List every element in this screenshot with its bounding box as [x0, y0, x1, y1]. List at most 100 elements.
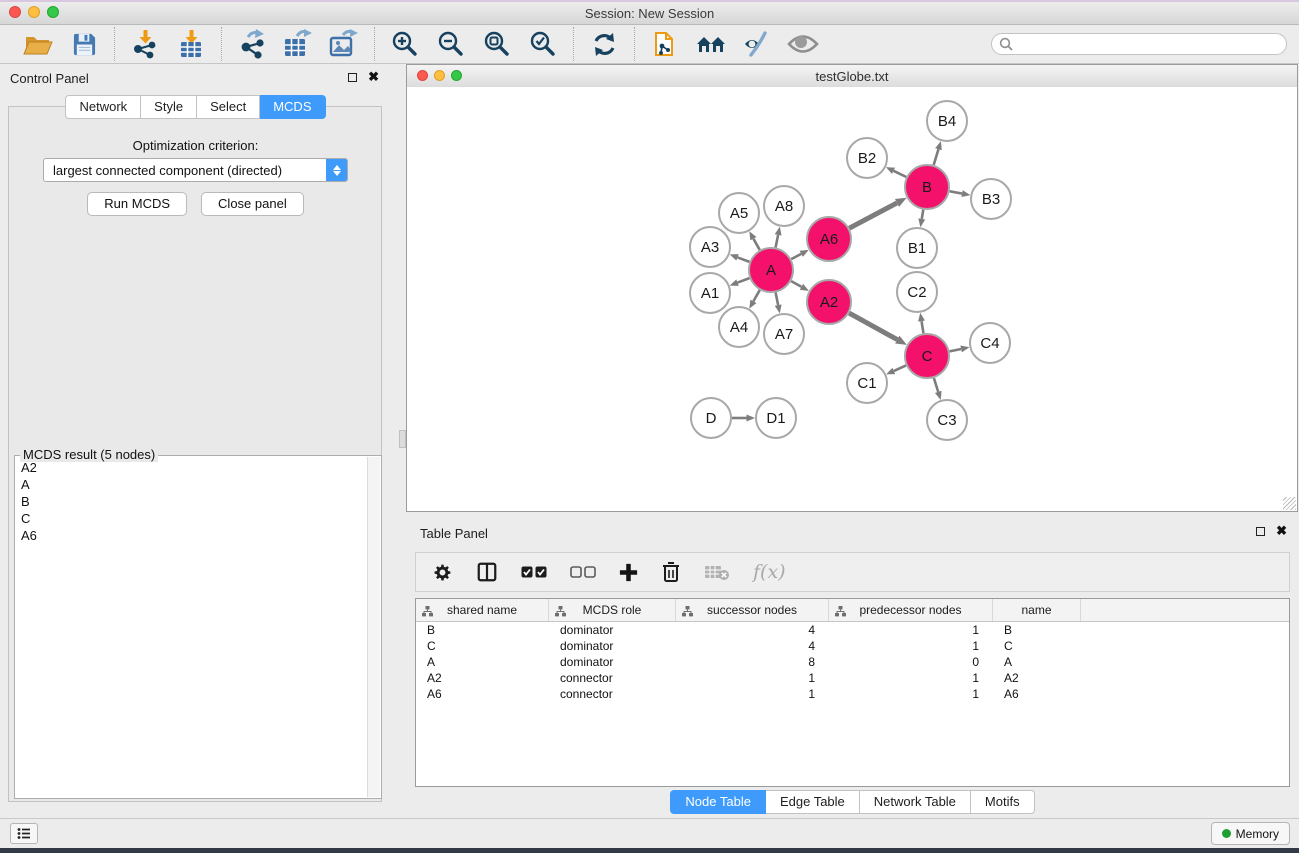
export-table-icon[interactable]	[281, 28, 315, 60]
column-header-name[interactable]: name	[993, 599, 1081, 621]
result-item[interactable]: A6	[16, 528, 367, 545]
close-table-panel-icon[interactable]: ✖	[1276, 526, 1287, 536]
graph-edge[interactable]	[753, 239, 759, 250]
table-row[interactable]: Adominator80A	[416, 654, 1289, 670]
graph-edge[interactable]	[791, 254, 801, 259]
memory-button[interactable]: Memory	[1211, 822, 1290, 845]
open-folder-icon[interactable]	[21, 28, 55, 60]
zoom-out-icon[interactable]	[434, 28, 468, 60]
tab-motifs[interactable]: Motifs	[971, 790, 1035, 814]
graph-edge[interactable]	[934, 378, 938, 392]
graph-edge[interactable]	[950, 191, 962, 193]
graph-edge[interactable]	[922, 321, 924, 333]
table-row[interactable]: Cdominator41C	[416, 638, 1289, 654]
run-mcds-button[interactable]: Run MCDS	[87, 192, 187, 216]
graph-edge[interactable]	[753, 290, 759, 301]
tab-edge-table[interactable]: Edge Table	[766, 790, 860, 814]
table-cell[interactable]: 4	[676, 638, 829, 654]
table-cell[interactable]: dominator	[549, 622, 676, 638]
result-item[interactable]: A	[16, 477, 367, 494]
zoom-fit-icon[interactable]	[480, 28, 514, 60]
zoom-in-icon[interactable]	[388, 28, 422, 60]
table-cell[interactable]: 1	[676, 686, 829, 702]
column-header-shared-name[interactable]: shared name	[416, 599, 549, 621]
table-cell[interactable]: C	[416, 638, 549, 654]
deselect-all-unchecked-icon[interactable]	[570, 566, 596, 579]
table-cell[interactable]: A6	[993, 686, 1081, 702]
table-cell[interactable]: connector	[549, 686, 676, 702]
tab-select[interactable]: Select	[197, 95, 260, 119]
task-history-list-icon[interactable]	[10, 823, 38, 844]
table-cell[interactable]: A2	[993, 670, 1081, 686]
export-image-icon[interactable]	[327, 28, 361, 60]
table-cell[interactable]: B	[416, 622, 549, 638]
table-cell[interactable]: A6	[416, 686, 549, 702]
table-cell[interactable]: A2	[416, 670, 549, 686]
table-cell[interactable]: B	[993, 622, 1081, 638]
tab-mcds[interactable]: MCDS	[260, 95, 325, 119]
table-cell[interactable]: 0	[829, 654, 993, 670]
table-cell[interactable]: 1	[829, 686, 993, 702]
graph-edge[interactable]	[738, 278, 750, 282]
export-network-icon[interactable]	[235, 28, 269, 60]
criterion-dropdown[interactable]: largest connected component (directed)	[43, 158, 348, 182]
table-cell[interactable]: connector	[549, 670, 676, 686]
table-cell[interactable]: 1	[829, 670, 993, 686]
tab-style[interactable]: Style	[141, 95, 197, 119]
table-cell[interactable]: 4	[676, 622, 829, 638]
graph-edge[interactable]	[849, 313, 897, 339]
table-cell[interactable]: C	[993, 638, 1081, 654]
float-table-panel-icon[interactable]	[1256, 527, 1265, 536]
show-column-icon[interactable]	[476, 561, 498, 583]
graph-edge[interactable]	[849, 203, 897, 228]
graph-edge[interactable]	[950, 349, 962, 351]
result-item[interactable]: B	[16, 494, 367, 511]
hide-details-eye-icon[interactable]	[740, 28, 774, 60]
import-network-icon[interactable]	[128, 28, 162, 60]
import-table-icon[interactable]	[174, 28, 208, 60]
table-options-gear-icon[interactable]	[432, 562, 453, 583]
tab-node-table[interactable]: Node Table	[670, 790, 766, 814]
close-panel-icon[interactable]: ✖	[368, 72, 379, 82]
resize-grip[interactable]	[1283, 497, 1296, 510]
graph-edge[interactable]	[894, 171, 907, 177]
column-header-mcds-role[interactable]: MCDS role	[549, 599, 676, 621]
mcds-result-list[interactable]: A2ABCA6	[16, 460, 367, 797]
document-network-icon[interactable]	[648, 28, 682, 60]
splitter-handle[interactable]	[399, 430, 406, 448]
save-icon[interactable]	[67, 28, 101, 60]
refresh-icon[interactable]	[587, 28, 621, 60]
network-window-titlebar[interactable]: testGlobe.txt	[407, 65, 1297, 88]
result-item[interactable]: C	[16, 511, 367, 528]
table-row[interactable]: A2connector11A2	[416, 670, 1289, 686]
table-cell[interactable]: dominator	[549, 654, 676, 670]
table-cell[interactable]: 1	[676, 670, 829, 686]
network-canvas[interactable]: B4B2BB3A5A8A6A3B1AA1C2A2A4A7C4CC1DD1C3	[407, 87, 1297, 511]
table-row[interactable]: A6connector11A6	[416, 686, 1289, 702]
float-panel-icon[interactable]	[348, 73, 357, 82]
table-cell[interactable]: 8	[676, 654, 829, 670]
result-scrollbar[interactable]	[367, 457, 380, 797]
select-all-checked-icon[interactable]	[521, 566, 547, 579]
table-cell[interactable]: dominator	[549, 638, 676, 654]
add-column-plus-icon[interactable]	[619, 563, 638, 582]
close-panel-button[interactable]: Close panel	[201, 192, 304, 216]
graph-edge[interactable]	[776, 293, 779, 306]
zoom-selected-icon[interactable]	[526, 28, 560, 60]
graph-edge[interactable]	[776, 235, 779, 248]
table-cell[interactable]: A	[416, 654, 549, 670]
table-cell[interactable]: 1	[829, 638, 993, 654]
home-houses-icon[interactable]	[694, 28, 728, 60]
table-row[interactable]: Bdominator41B	[416, 622, 1289, 638]
graph-edge[interactable]	[738, 257, 750, 261]
tab-network-table[interactable]: Network Table	[860, 790, 971, 814]
graph-edge[interactable]	[922, 210, 924, 219]
table-cell[interactable]: 1	[829, 622, 993, 638]
delete-column-trash-icon[interactable]	[661, 561, 681, 583]
table-cell[interactable]: A	[993, 654, 1081, 670]
result-item[interactable]: A2	[16, 460, 367, 477]
graph-edge[interactable]	[894, 365, 906, 370]
show-eye-icon[interactable]	[786, 28, 820, 60]
tab-network[interactable]: Network	[65, 95, 141, 119]
search-input[interactable]	[991, 33, 1287, 55]
